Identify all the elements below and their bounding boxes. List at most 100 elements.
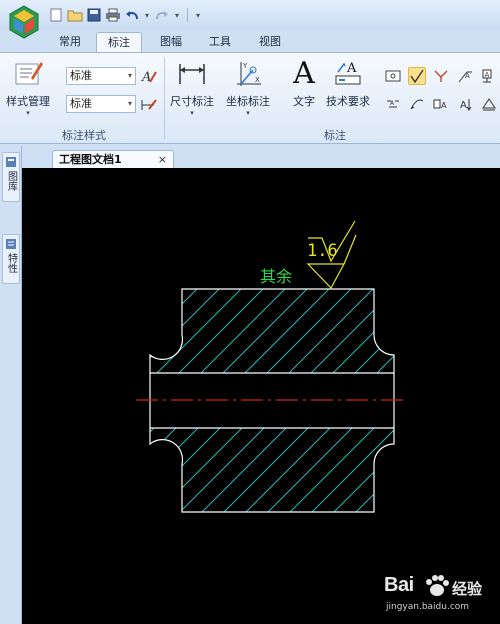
- centerline-symbol-icon[interactable]: [384, 67, 402, 85]
- text-label: 文字: [293, 95, 315, 108]
- offset-symbol-icon[interactable]: A: [384, 95, 402, 113]
- dim-style-select[interactable]: 标准 ▾: [66, 95, 136, 113]
- tech-requirements-icon: A: [332, 57, 364, 89]
- hatch-line: [22, 423, 115, 518]
- redo-dropdown-icon[interactable]: ▾: [173, 11, 181, 20]
- datum-symbol-icon[interactable]: A: [480, 67, 498, 85]
- side-panel: 图库 特性: [0, 146, 22, 624]
- tab-annotate[interactable]: 标注: [96, 32, 142, 52]
- dim-style-value: 标准: [70, 97, 92, 110]
- text-button[interactable]: A 文字: [288, 55, 320, 109]
- hatch-line: [42, 423, 137, 518]
- paw-icon: [426, 575, 449, 596]
- roughness-value: 1.6: [307, 241, 338, 261]
- hatch-line: [438, 283, 500, 378]
- app-logo[interactable]: [4, 2, 44, 42]
- leader-symbol-icon[interactable]: A: [456, 67, 474, 85]
- side-tab-properties[interactable]: 特性: [2, 234, 20, 284]
- ribbon-panel: 样式管理 ▾ 标准 ▾ A 标准 ▾ 标注样式 尺寸标注 ▾ YX 坐标标注 ▾…: [0, 52, 500, 144]
- save-icon[interactable]: [86, 7, 102, 23]
- text-style-value: 标准: [70, 69, 92, 82]
- hatch-line: [22, 283, 27, 378]
- svg-text:A: A: [485, 71, 490, 79]
- svg-text:X: X: [255, 76, 260, 84]
- hatch-line: [460, 283, 500, 378]
- tech-requirements-button[interactable]: A 技术要求: [326, 57, 370, 109]
- hatch-line: [416, 423, 500, 518]
- dimension-label: 尺寸标注: [170, 95, 214, 108]
- chevron-down-icon: ▾: [246, 109, 250, 117]
- hatch-line: [416, 283, 500, 378]
- hatch-line: [371, 289, 394, 373]
- document-tab-title: 工程图文档1: [59, 153, 122, 166]
- side-tab-library-label: 图库: [5, 171, 17, 191]
- redo-icon[interactable]: [154, 7, 170, 23]
- triangle-symbol-icon[interactable]: [480, 95, 498, 113]
- section-symbol-icon[interactable]: A: [456, 95, 474, 113]
- coordinate-icon: YX: [232, 57, 264, 89]
- side-tab-properties-label: 特性: [5, 253, 17, 273]
- text-style-edit-icon[interactable]: A: [140, 67, 158, 85]
- tolerance-symbol-icon[interactable]: A: [432, 95, 450, 113]
- hatch-line: [22, 283, 49, 378]
- hatch-line: [22, 423, 71, 518]
- hatch-line: [22, 423, 49, 518]
- roughness-symbol-icon[interactable]: [408, 67, 426, 85]
- side-tab-library[interactable]: 图库: [2, 152, 20, 202]
- style-manager-label: 样式管理: [6, 95, 50, 108]
- svg-text:A: A: [441, 101, 447, 110]
- ribbon-tab-row: 常用 标注 图幅 工具 视图: [0, 30, 500, 52]
- hatch-line: [150, 428, 160, 512]
- tab-sheet[interactable]: 图幅: [150, 32, 192, 52]
- hatch-line: [460, 423, 500, 518]
- chevron-down-icon: ▾: [127, 99, 132, 108]
- watermark-url: jingyan.baidu.com: [386, 602, 470, 612]
- watermark: Bai 经验 jingyan.baidu.com: [380, 568, 498, 622]
- undo-dropdown-icon[interactable]: ▾: [143, 11, 151, 20]
- hatch-line: [438, 423, 500, 518]
- text-icon: A: [293, 55, 315, 91]
- dimension-button[interactable]: 尺寸标注 ▾: [170, 57, 214, 117]
- chevron-down-icon: ▾: [190, 109, 194, 117]
- coordinate-button[interactable]: YX 坐标标注 ▾: [226, 57, 270, 117]
- hatch-line: [22, 423, 93, 518]
- hatch-region-top: [22, 283, 500, 378]
- coordinate-label: 坐标标注: [226, 95, 270, 108]
- tech-requirements-label: 技术要求: [326, 95, 370, 108]
- hatch-line: [482, 423, 500, 518]
- hatch-region-bottom: [22, 423, 500, 518]
- group-divider: [164, 57, 165, 139]
- chevron-down-icon: ▾: [26, 109, 30, 117]
- new-file-icon[interactable]: [48, 7, 64, 23]
- text-style-select[interactable]: 标准 ▾: [66, 67, 136, 85]
- drawing-svg: 1.6 其余: [22, 220, 500, 518]
- tab-view[interactable]: 视图: [250, 32, 290, 52]
- style-manager-button[interactable]: 样式管理 ▾: [6, 57, 50, 117]
- close-icon[interactable]: ×: [158, 151, 167, 168]
- weld-symbol-icon[interactable]: [432, 67, 450, 85]
- document-tab[interactable]: 工程图文档1 ×: [52, 150, 174, 168]
- undo-icon[interactable]: [124, 7, 140, 23]
- svg-text:A: A: [460, 100, 467, 111]
- customize-toolbar-icon[interactable]: ▾: [194, 11, 202, 20]
- library-icon: [6, 157, 16, 167]
- hatch-line: [482, 283, 500, 378]
- remark-text: 其余: [260, 267, 292, 286]
- tab-common[interactable]: 常用: [50, 32, 90, 52]
- svg-text:A: A: [390, 100, 395, 107]
- print-icon[interactable]: [105, 7, 121, 23]
- arc-leader-icon[interactable]: [408, 95, 426, 113]
- hatch-line: [393, 289, 394, 373]
- dim-style-edit-icon[interactable]: [140, 95, 158, 113]
- hatch-line: [150, 428, 182, 512]
- open-folder-icon[interactable]: [67, 7, 83, 23]
- hatch-line: [42, 283, 137, 378]
- hatch-line: [393, 428, 394, 512]
- chevron-down-icon: ▾: [127, 71, 132, 80]
- document-tab-bar: 工程图文档1 ×: [22, 146, 500, 168]
- tab-tools[interactable]: 工具: [200, 32, 240, 52]
- dimension-icon: [176, 57, 208, 89]
- svg-text:A: A: [141, 70, 151, 84]
- drawing-canvas[interactable]: 1.6 其余: [22, 168, 500, 624]
- watermark-brand-suffix: 经验: [452, 580, 483, 598]
